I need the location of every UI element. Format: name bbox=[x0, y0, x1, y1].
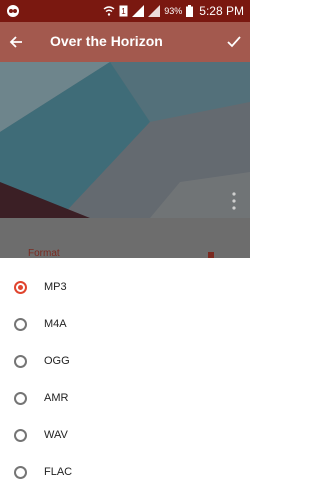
format-option-wav[interactable]: WAV bbox=[0, 418, 250, 454]
format-option-mp3[interactable]: MP3 bbox=[0, 270, 250, 306]
status-bar: 1 93% 5:28 PM bbox=[0, 0, 250, 22]
back-arrow-icon[interactable] bbox=[8, 34, 24, 50]
signal-icon-2 bbox=[148, 5, 161, 17]
format-option-label: WAV bbox=[44, 429, 68, 441]
format-option-label: M4A bbox=[44, 318, 67, 330]
format-option-amr[interactable]: AMR bbox=[0, 381, 250, 417]
dimmed-form-area: Format bbox=[0, 218, 250, 259]
more-options-icon[interactable] bbox=[232, 192, 236, 210]
radio-unchecked-icon[interactable] bbox=[14, 318, 27, 331]
clock: 5:28 PM bbox=[199, 4, 244, 18]
status-icons: 1 93% 5:28 PM bbox=[103, 3, 244, 19]
format-option-m4a[interactable]: M4A bbox=[0, 307, 250, 343]
radio-unchecked-icon[interactable] bbox=[14, 466, 27, 479]
format-picker-sheet: MP3 M4A OGG AMR WAV FLAC bbox=[0, 266, 250, 500]
format-field-label: Format bbox=[28, 248, 60, 259]
format-option-label: OGG bbox=[44, 355, 70, 367]
sim-icon: 1 bbox=[119, 5, 128, 17]
toolbar: Over the Horizon bbox=[0, 22, 250, 62]
cover-art-image bbox=[0, 62, 250, 218]
battery-icon bbox=[186, 5, 194, 17]
battery-percentage: 93% bbox=[164, 6, 183, 16]
radio-unchecked-icon[interactable] bbox=[14, 392, 27, 405]
wifi-icon bbox=[103, 6, 115, 16]
format-option-label: AMR bbox=[44, 392, 69, 404]
format-option-label: FLAC bbox=[44, 466, 73, 478]
radio-checked-icon[interactable] bbox=[14, 281, 27, 294]
notification-icon bbox=[7, 5, 19, 17]
format-option-ogg[interactable]: OGG bbox=[0, 344, 250, 380]
format-option-flac[interactable]: FLAC bbox=[0, 455, 250, 491]
radio-unchecked-icon[interactable] bbox=[14, 429, 27, 442]
cover-art-graphic bbox=[0, 62, 250, 218]
radio-unchecked-icon[interactable] bbox=[14, 355, 27, 368]
svg-text:1: 1 bbox=[122, 7, 127, 16]
format-dropdown-marker bbox=[208, 252, 214, 258]
format-option-label: MP3 bbox=[44, 281, 67, 293]
check-icon[interactable] bbox=[226, 34, 242, 50]
signal-icon-1 bbox=[132, 5, 145, 17]
toolbar-title: Over the Horizon bbox=[50, 33, 163, 49]
